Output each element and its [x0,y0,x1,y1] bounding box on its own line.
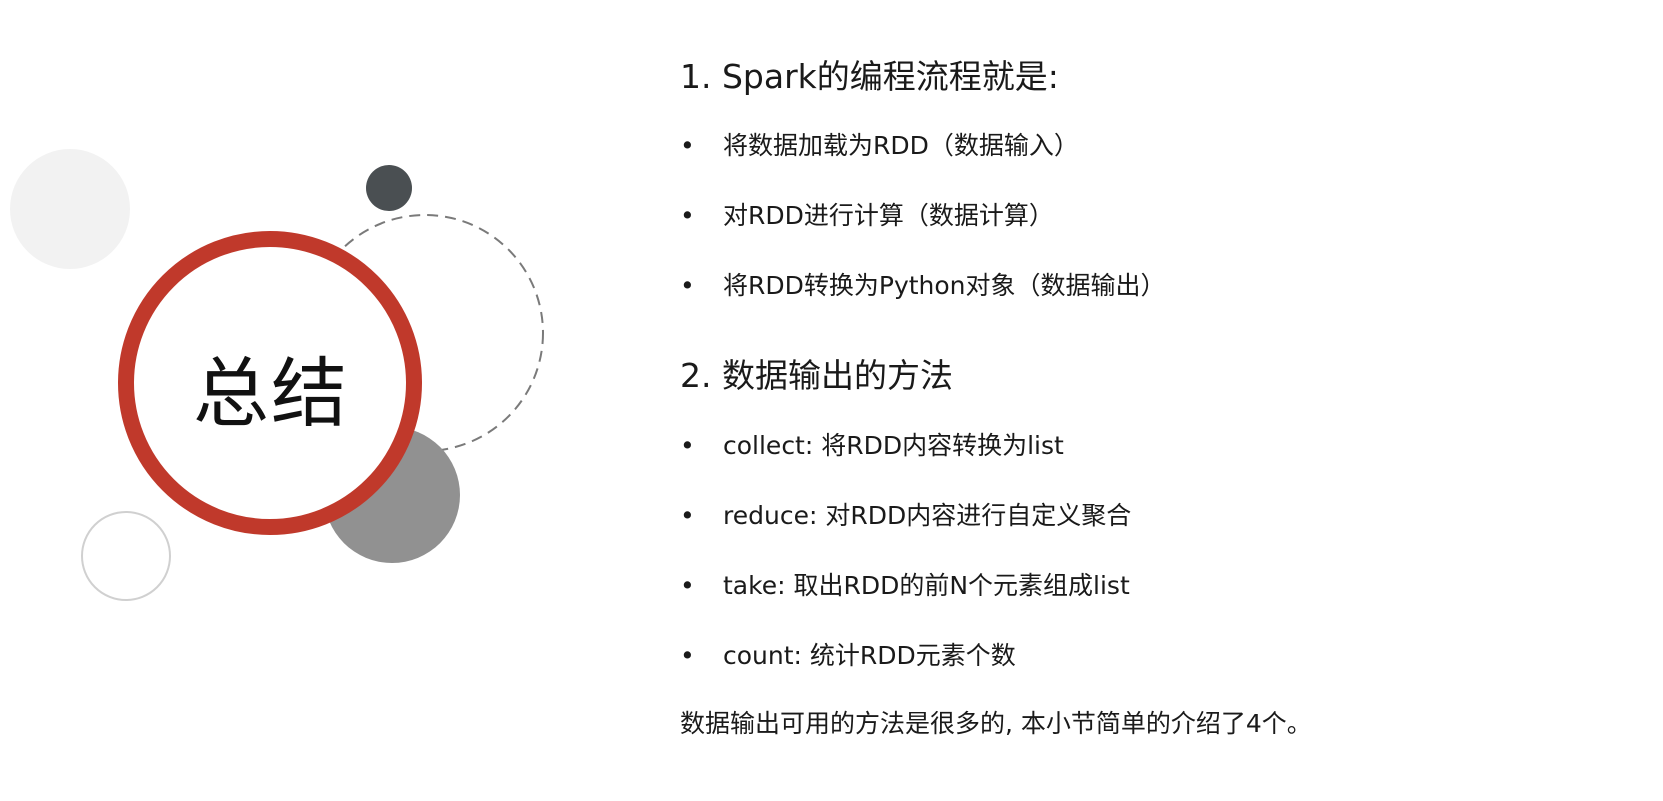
section-heading-workflow: 1. Spark的编程流程就是: [680,57,1059,96]
list-item-text: 对RDD进行计算（数据计算） [723,201,1054,230]
list-item-text: take: 取出RDD的前N个元素组成list [723,571,1130,600]
bullet-icon: • [680,271,695,300]
section-heading-output-methods: 2. 数据输出的方法 [680,356,953,395]
list-item-text: reduce: 对RDD内容进行自定义聚合 [723,501,1132,530]
list-item-text: 将数据加载为RDD（数据输入） [723,131,1079,160]
footer-note: 数据输出可用的方法是很多的, 本小节简单的介绍了4个。 [680,709,1312,738]
light-gray-circle [10,149,130,269]
list-item-text: count: 统计RDD元素个数 [723,641,1016,670]
bullet-icon: • [680,431,695,460]
bullet-icon: • [680,501,695,530]
bullet-icon: • [680,201,695,230]
dark-dot-circle [366,165,412,211]
bullet-icon: • [680,641,695,670]
list-item-text: collect: 将RDD内容转换为list [723,431,1064,460]
slide-title: 总结 [193,349,349,438]
list-item-text: 将RDD转换为Python对象（数据输出） [723,271,1166,300]
bullet-icon: • [680,131,695,160]
bullet-icon: • [680,571,695,600]
